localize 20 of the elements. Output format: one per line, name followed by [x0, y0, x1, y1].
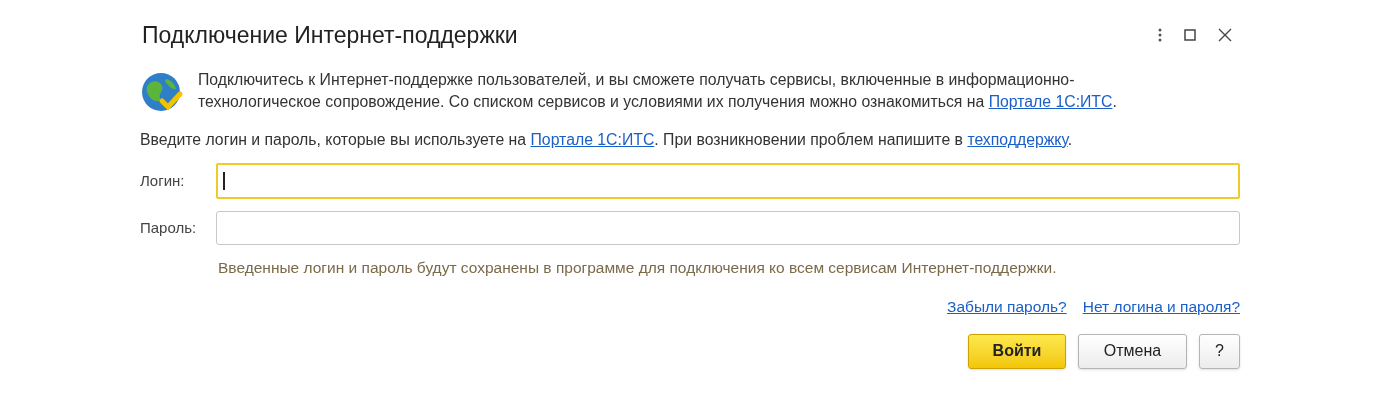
portal-link[interactable]: техподдержку — [967, 130, 1068, 148]
window-title: Подключение Интернет-поддержки — [142, 21, 518, 50]
close-icon[interactable] — [1218, 28, 1232, 43]
portal-link[interactable]: Портале 1С:ИТС — [988, 93, 1113, 110]
login-button[interactable]: Войти — [968, 333, 1066, 369]
portal-link[interactable]: Портале 1С:ИТС — [530, 130, 655, 148]
text-cursor — [223, 172, 225, 190]
help-button[interactable]: ? — [1199, 333, 1240, 369]
instructions-text: Введите логин и пароль, которые вы используете на Портале 1С:ИТС. При возникновении проблем напишите в техподдержку. — [140, 129, 1074, 150]
help-link[interactable]: Нет логина и пароля? — [1082, 295, 1240, 319]
input-field[interactable] — [216, 211, 1240, 245]
hint-text: Введенные логин и пароль будут сохранены в программе для подключения ко всем сервисам Интернет-поддержки. — [218, 258, 1058, 278]
help-link[interactable]: Забыли пароль? — [947, 295, 1067, 319]
field-label: Пароль: — [140, 217, 198, 238]
input-field[interactable] — [216, 163, 1240, 199]
intro-text: Подключитесь к Интернет-поддержке пользователей, и вы сможете получать сервисы, включенные в информационно-технологическое сопровождение. Со списком сервисов и условиями их получения можно ознакомиться на Портале 1С:ИТС. — [198, 69, 1118, 112]
field-label: Логин: — [140, 170, 186, 191]
more-icon[interactable] — [1158, 28, 1162, 43]
cancel-button[interactable]: Отмена — [1078, 333, 1187, 369]
maximize-icon[interactable] — [1184, 29, 1196, 42]
